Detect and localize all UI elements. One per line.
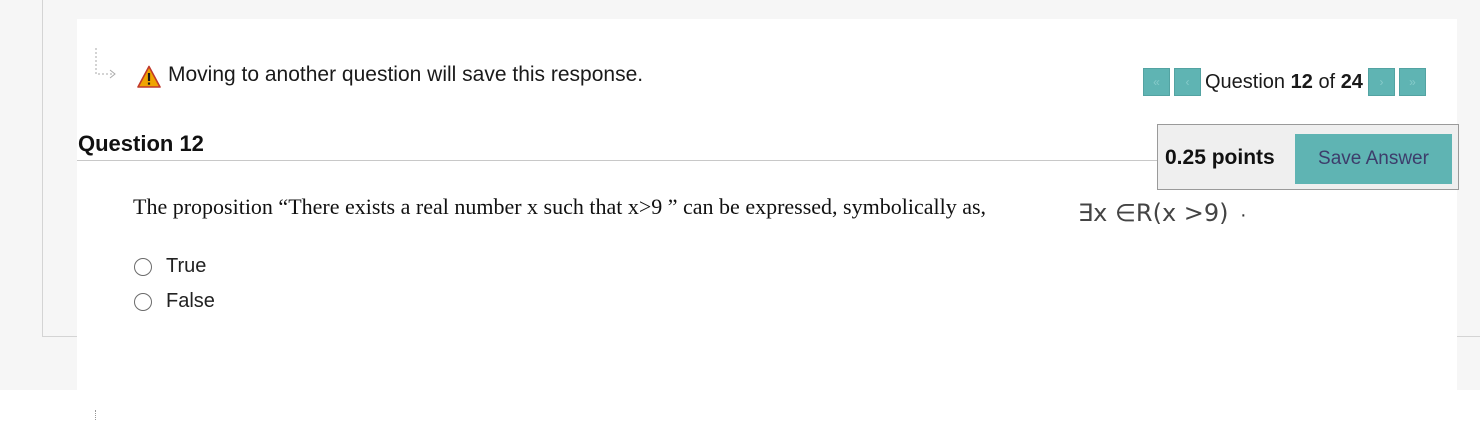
question-title: Question 12	[78, 131, 204, 156]
counter-separator: of	[1318, 70, 1336, 93]
points-label: 0.25 points	[1165, 146, 1275, 169]
chevron-right-icon: ›	[1379, 75, 1384, 89]
previous-question-button[interactable]: ‹	[1174, 68, 1201, 96]
last-question-button[interactable]: »	[1398, 68, 1426, 96]
radio-button-false[interactable]	[134, 292, 152, 311]
next-question-button[interactable]: ›	[1367, 68, 1395, 96]
double-chevron-right-icon: »	[1409, 75, 1416, 89]
question-counter: Question 12 of 24	[1205, 71, 1364, 94]
double-chevron-left-icon: «	[1153, 75, 1160, 89]
question-prompt: The proposition “There exists a real num…	[133, 194, 987, 219]
answer-option-false[interactable]: False	[134, 290, 215, 313]
counter-prefix: Question	[1205, 70, 1286, 93]
question-divider	[77, 160, 1157, 161]
chevron-left-icon: ‹	[1185, 75, 1190, 89]
elbow-arrow-icon	[95, 48, 116, 79]
symbolic-expression: ∃x ∈R(x >9)	[1078, 199, 1229, 227]
save-warning-text: Moving to another question will save thi…	[168, 63, 644, 86]
save-answer-button[interactable]: Save Answer	[1295, 134, 1452, 184]
radio-button-true[interactable]	[134, 257, 152, 276]
counter-total: 24	[1340, 70, 1363, 93]
trailing-dot: ·	[1240, 204, 1247, 226]
answer-option-true[interactable]: True	[134, 255, 206, 278]
question-navigation: « ‹ Question 12 of 24 › »	[1143, 67, 1426, 97]
points-box: 0.25 points Save Answer	[1157, 124, 1459, 190]
counter-current: 12	[1290, 70, 1313, 93]
warning-icon	[137, 65, 161, 88]
first-question-button[interactable]: «	[1143, 68, 1170, 96]
scroll-marker	[95, 410, 98, 420]
option-label: True	[166, 255, 207, 277]
option-label: False	[166, 290, 215, 312]
